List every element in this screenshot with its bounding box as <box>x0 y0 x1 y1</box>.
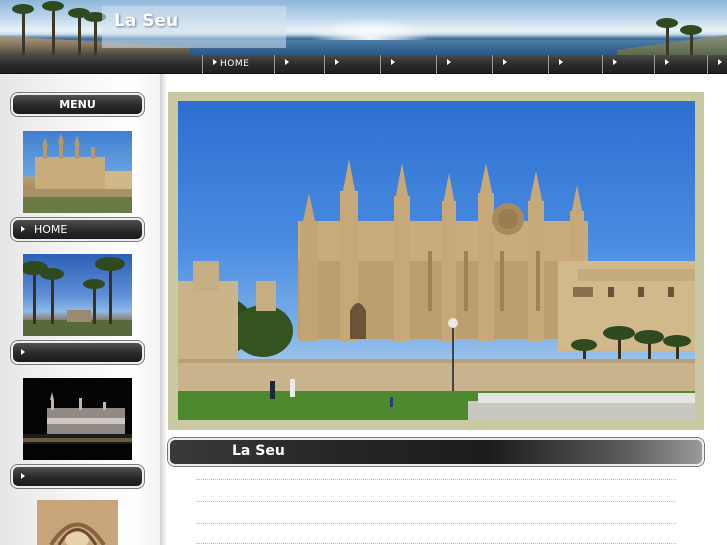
site-title: La Seu <box>114 11 179 31</box>
nav-item-5[interactable] <box>436 55 492 74</box>
triangle-right-icon <box>21 226 25 232</box>
page: La Seu HOME MENU HOME La Seu <box>0 0 727 545</box>
header-banner: La Seu <box>0 0 727 55</box>
triangle-right-icon <box>665 59 669 65</box>
nav-item-10[interactable] <box>707 55 727 74</box>
nav-item-4[interactable] <box>380 55 436 74</box>
nav-item-6[interactable] <box>492 55 548 74</box>
nav-item-label: HOME <box>220 59 250 69</box>
triangle-right-icon <box>21 349 25 355</box>
nav-item-9[interactable] <box>654 55 707 74</box>
dotted-divider <box>196 523 676 524</box>
hero-image-cathedral <box>178 101 695 420</box>
palm-tree <box>22 7 25 55</box>
section-title: La Seu <box>232 443 285 459</box>
triangle-right-icon <box>559 59 563 65</box>
sidebar-link-home[interactable]: HOME <box>11 218 144 241</box>
palm-frond <box>680 25 702 35</box>
rose-window-thumbnail-image <box>37 500 118 545</box>
triangle-right-icon <box>391 59 395 65</box>
thumbnail-palm-promenade[interactable] <box>23 254 132 336</box>
night-thumbnail-image <box>23 392 132 444</box>
menu-heading: MENU <box>11 93 144 116</box>
cathedral-thumbnail-image <box>23 133 132 213</box>
triangle-right-icon <box>447 59 451 65</box>
triangle-right-icon <box>503 59 507 65</box>
triangle-right-icon <box>718 59 722 65</box>
triangle-right-icon <box>613 59 617 65</box>
nav-item-3[interactable] <box>324 55 380 74</box>
sidebar-link-label: HOME <box>34 223 68 236</box>
triangle-right-icon <box>213 59 217 65</box>
palm-frond <box>42 1 64 11</box>
palm-frond <box>12 4 34 14</box>
thumbnail-cathedral-day[interactable] <box>23 131 132 213</box>
nav-item-2[interactable] <box>274 55 324 74</box>
dotted-divider <box>196 479 676 480</box>
dotted-divider <box>196 501 676 502</box>
palm-thumbnail-image <box>23 257 132 336</box>
triangle-right-icon <box>21 473 25 479</box>
nav-item-8[interactable] <box>602 55 654 74</box>
nav-item-7[interactable] <box>548 55 602 74</box>
palm-frond <box>656 18 678 28</box>
thumbnail-rose-window[interactable] <box>37 500 118 545</box>
triangle-right-icon <box>335 59 339 65</box>
cathedral-illustration <box>178 159 695 420</box>
sidebar-link-3[interactable] <box>11 465 144 488</box>
sidebar-divider <box>160 74 166 545</box>
nav-item-home[interactable]: HOME <box>202 55 274 74</box>
dotted-divider <box>196 543 676 544</box>
top-navbar: HOME <box>0 55 727 74</box>
triangle-right-icon <box>285 59 289 65</box>
thumbnail-cathedral-night[interactable] <box>23 378 132 460</box>
sidebar-link-2[interactable] <box>11 341 144 364</box>
